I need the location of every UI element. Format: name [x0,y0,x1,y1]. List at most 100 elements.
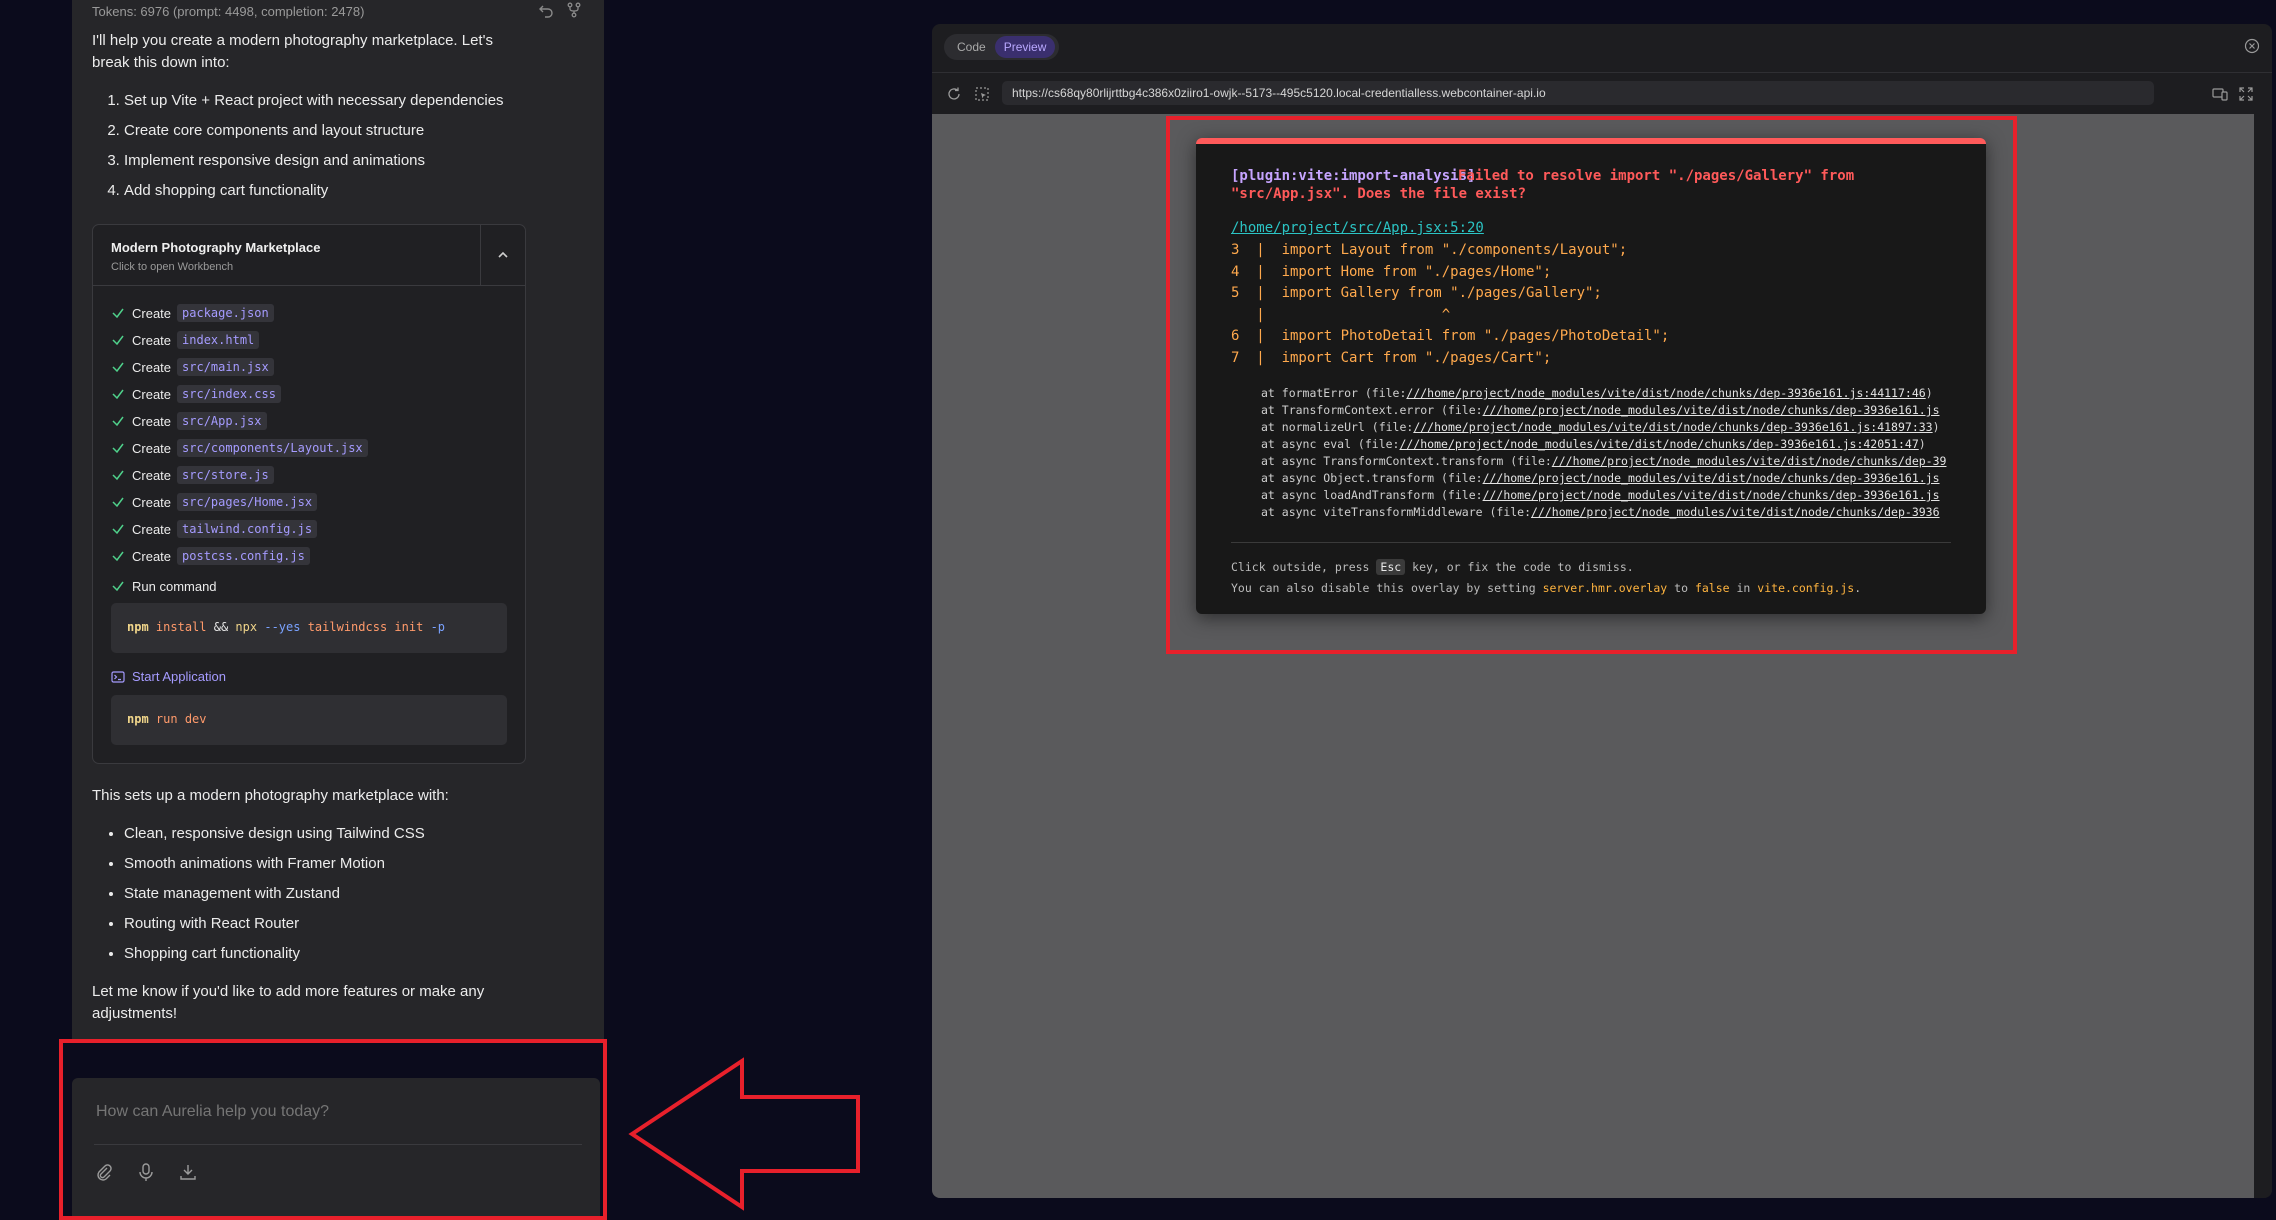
run-command-label: Run command [132,578,217,594]
cmd-token: npm [127,620,149,634]
tab-code[interactable]: Code [948,36,995,58]
action-row: Create package.json [111,303,274,323]
cmd-token: --yes [264,620,301,634]
file-chip: index.html [177,331,260,349]
expand-icon[interactable] [2238,86,2254,102]
file-chip: src/index.css [177,385,281,403]
terminal-icon [111,670,125,683]
action-row: Create index.html [111,330,260,350]
list-item: Smooth animations with Framer Motion [124,853,425,883]
undo-icon[interactable] [538,2,554,18]
cmd-token: npm [127,712,149,726]
file-chip: src/pages/Home.jsx [177,493,318,511]
select-element-icon[interactable] [974,86,990,102]
collapse-button[interactable] [480,225,525,285]
action-row: Create src/main.jsx [111,357,274,377]
check-icon [112,416,124,427]
dev-command-block: npm run dev [111,695,507,745]
artifact-title: Modern Photography Marketplace [111,240,321,255]
action-verb: Create [132,467,172,483]
action-verb: Create [132,386,172,402]
chat-panel: Tokens: 6976 (prompt: 4498, completion: … [72,0,604,1040]
check-icon [112,443,124,454]
list-item: Set up Vite + React project with necessa… [124,90,504,120]
file-chip: tailwind.config.js [177,520,318,538]
file-chip: package.json [177,304,274,322]
summary-intro: This sets up a modern photography market… [92,787,449,804]
check-icon [112,551,124,562]
list-item: Implement responsive design and animatio… [124,150,504,180]
closing-line: Let me know if you'd like to add more fe… [92,983,485,1000]
url-field[interactable]: https://cs68qy80rlijrttbg4c386x0ziiro1-o… [1002,81,2154,105]
check-icon [112,470,124,481]
check-icon [112,524,124,535]
highlight-box-error [1166,116,2017,654]
tab-preview[interactable]: Preview [994,36,1056,58]
check-icon [112,389,124,400]
cmd-token: -p [430,620,446,634]
action-verb: Create [132,548,172,564]
action-row: Create src/App.jsx [111,411,267,431]
action-row: Create src/pages/Home.jsx [111,492,318,512]
list-item: Create core components and layout struct… [124,120,504,150]
list-item: Add shopping cart functionality [124,180,504,210]
features-list: Clean, responsive design using Tailwind … [102,823,425,973]
action-verb: Create [132,494,172,510]
action-row: Create src/components/Layout.jsx [111,438,368,458]
reload-icon[interactable] [946,86,962,102]
action-verb: Create [132,359,172,375]
intro-line: break this down into: [92,54,230,71]
cmd-token: install [155,620,207,634]
list-item: Clean, responsive design using Tailwind … [124,823,425,853]
action-row: Run command [111,576,217,596]
check-icon [112,497,124,508]
artifact-card: Modern Photography Marketplace Click to … [92,224,526,764]
url-text: https://cs68qy80rlijrttbg4c386x0ziiro1-o… [1012,86,1546,100]
file-chip: src/store.js [177,466,274,484]
cmd-token: run dev [155,712,207,726]
scrollbar[interactable] [2254,114,2272,1198]
action-verb: Create [132,332,172,348]
artifact-subtitle: Click to open Workbench [111,261,234,273]
view-tabs: Code Preview [944,34,1060,60]
red-arrow-icon [628,1057,860,1211]
steps-list: Set up Vite + React project with necessa… [102,90,504,210]
file-chip: src/main.jsx [177,358,274,376]
start-application-link[interactable]: Start Application [111,669,226,684]
closing-text: Let me know if you'd like to add more fe… [92,981,572,1025]
intro-line: I'll help you create a modern photograph… [92,32,493,49]
file-chip: src/components/Layout.jsx [177,439,368,457]
check-icon [112,581,124,592]
action-row: Create tailwind.config.js [111,519,318,539]
check-icon [112,308,124,319]
list-item: Shopping cart functionality [124,943,425,973]
cmd-token: tailwindcss [307,620,388,634]
action-row: Create src/index.css [111,384,281,404]
token-usage: Tokens: 6976 (prompt: 4498, completion: … [92,4,365,19]
fork-icon[interactable] [566,2,582,18]
action-row: Create postcss.config.js [111,546,310,566]
list-item: State management with Zustand [124,883,425,913]
cmd-token: npx [235,620,258,634]
cmd-token: && [213,620,229,634]
highlight-box-prompt [59,1039,607,1220]
close-icon[interactable] [2244,38,2260,54]
check-icon [112,335,124,346]
cmd-token: init [394,620,424,634]
address-bar: https://cs68qy80rlijrttbg4c386x0ziiro1-o… [932,72,2272,116]
intro-text: I'll help you create a modern photograph… [92,30,572,74]
closing-line: adjustments! [92,1005,178,1022]
chevron-up-icon [498,251,508,258]
install-command-block: npm install && npx --yes tailwindcss ini… [111,603,507,653]
action-verb: Create [132,521,172,537]
device-toggle-icon[interactable] [2212,86,2228,102]
action-verb: Create [132,440,172,456]
artifact-header[interactable]: Modern Photography Marketplace Click to … [93,225,525,286]
list-item: Routing with React Router [124,913,425,943]
action-row: Create src/store.js [111,465,274,485]
file-chip: postcss.config.js [177,547,310,565]
action-verb: Create [132,413,172,429]
file-chip: src/App.jsx [177,412,267,430]
action-verb: Create [132,305,172,321]
check-icon [112,362,124,373]
